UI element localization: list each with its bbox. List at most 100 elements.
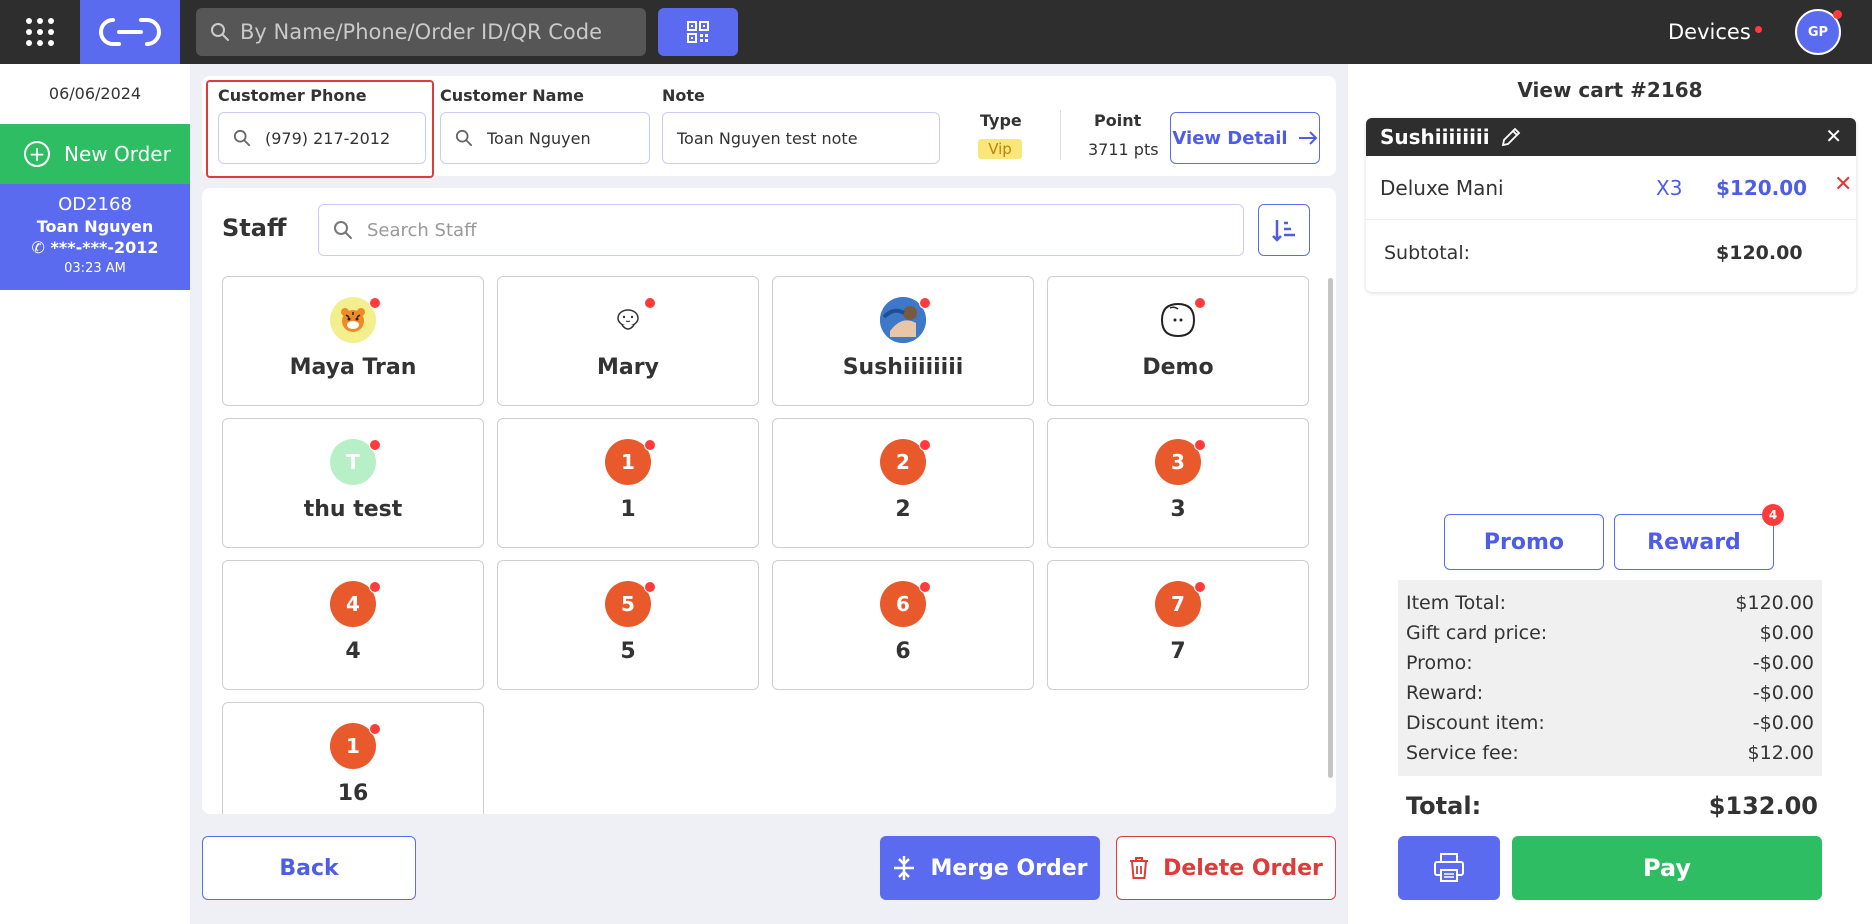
staff-title: Staff (222, 214, 287, 242)
staff-card[interactable]: 3 3 (1047, 418, 1309, 548)
customer-name-field[interactable]: Toan Nguyen (440, 112, 650, 164)
summary-row: Promo: -$0.00 (1406, 648, 1814, 678)
staff-card[interactable]: Maya Tran (222, 276, 484, 406)
staff-card[interactable]: 4 4 (222, 560, 484, 690)
merge-order-button[interactable]: Merge Order (880, 836, 1100, 900)
view-detail-label: View Detail (1172, 127, 1288, 149)
staff-card[interactable]: Mary (497, 276, 759, 406)
reward-button[interactable]: Reward (1614, 514, 1774, 570)
status-dot (1194, 439, 1206, 451)
staff-card[interactable]: 1 1 (497, 418, 759, 548)
summary-row: Discount item: -$0.00 (1406, 708, 1814, 738)
devices-status-dot (1755, 26, 1762, 33)
status-dot (369, 581, 381, 593)
cart-title: View cart #2168 (1517, 78, 1703, 102)
summary-value: -$0.00 (1752, 682, 1814, 704)
global-search[interactable] (196, 8, 646, 56)
summary-label: Reward: (1406, 682, 1484, 704)
note-field[interactable]: Toan Nguyen test note (662, 112, 940, 164)
logo-icon (99, 18, 161, 46)
summary-label: Promo: (1406, 652, 1473, 674)
type-badge: Vip (978, 139, 1022, 159)
staff-panel: Staff Search Staff Maya Tran Mary Sushii… (202, 188, 1336, 814)
status-dot (644, 581, 656, 593)
summary-value: $12.00 (1747, 742, 1814, 764)
qr-scan-button[interactable] (658, 8, 738, 56)
cart-staff-group: Sushiiiiiiii ✕ Deluxe Mani X3 $120.00 ✕ … (1366, 118, 1856, 292)
summary-row: Item Total: $120.00 (1406, 588, 1814, 618)
promo-button[interactable]: Promo (1444, 514, 1604, 570)
type-label: Type (980, 111, 1022, 130)
status-dot (644, 297, 656, 309)
staff-card[interactable]: 1 16 (222, 702, 484, 814)
orders-sidebar: 06/06/2024 + New Order OD2168 Toan Nguye… (0, 64, 190, 924)
close-icon[interactable]: ✕ (1825, 124, 1842, 148)
order-id: OD2168 (58, 194, 132, 215)
staff-name: 2 (895, 497, 911, 522)
status-dot (644, 439, 656, 451)
sort-button[interactable] (1258, 204, 1310, 256)
staff-name: 4 (345, 639, 361, 664)
cart-panel: View cart #2168 Sushiiiiiiii ✕ Deluxe Ma… (1348, 64, 1872, 924)
staff-card[interactable]: Demo (1047, 276, 1309, 406)
status-dot (1194, 581, 1206, 593)
staff-name: 1 (620, 497, 636, 522)
edit-pencil-icon[interactable] (1500, 126, 1522, 148)
cart-item-qty: X3 (1656, 176, 1683, 200)
cart-item-price: $120.00 (1716, 176, 1808, 200)
order-card[interactable]: OD2168 Toan Nguyen ✆ ***-***-2012 03:23 … (0, 184, 190, 290)
summary-label: Service fee: (1406, 742, 1519, 764)
summary-row: Gift card price: $0.00 (1406, 618, 1814, 648)
staff-search[interactable] (318, 204, 1244, 256)
staff-search-input[interactable] (367, 219, 1227, 241)
current-date: 06/06/2024 (48, 84, 142, 103)
staff-grid: Maya Tran Mary Sushiiiiiiii Demo T thu t… (222, 276, 1312, 814)
focus-highlight (206, 80, 434, 178)
apps-menu-button[interactable] (0, 0, 80, 64)
staff-card[interactable]: 7 7 (1047, 560, 1309, 690)
search-icon (455, 129, 473, 147)
status-dot (919, 581, 931, 593)
staff-card[interactable]: Sushiiiiiiii (772, 276, 1034, 406)
status-dot (369, 723, 381, 735)
order-customer-name: Toan Nguyen (36, 217, 154, 236)
top-bar: Devices GP (0, 0, 1872, 64)
logo[interactable] (80, 0, 180, 64)
order-phone: ✆ ***-***-2012 (0, 238, 190, 257)
new-order-button[interactable]: + New Order (0, 124, 190, 184)
cart-item[interactable]: Deluxe Mani X3 $120.00 ✕ (1366, 156, 1856, 220)
summary-value: -$0.00 (1752, 712, 1814, 734)
summary-label: Item Total: (1406, 592, 1507, 614)
customer-name-value: Toan Nguyen (487, 128, 591, 148)
delete-order-button[interactable]: Delete Order (1116, 836, 1336, 900)
printer-icon (1434, 853, 1464, 882)
staff-scrollbar[interactable] (1328, 278, 1333, 778)
pay-button[interactable]: Pay (1512, 836, 1822, 900)
cart-staff-header: Sushiiiiiiii ✕ (1366, 118, 1856, 156)
print-button[interactable] (1398, 836, 1500, 900)
staff-card[interactable]: 2 2 (772, 418, 1034, 548)
global-search-input[interactable] (240, 20, 620, 44)
search-icon (211, 23, 229, 41)
staff-name: 5 (620, 639, 636, 664)
cart-staff-name: Sushiiiiiiii (1380, 125, 1490, 149)
order-summary: Item Total: $120.00 Gift card price: $0.… (1398, 580, 1822, 776)
merge-order-label: Merge Order (930, 855, 1088, 881)
phone-icon: ✆ (31, 238, 45, 257)
remove-item-icon[interactable]: ✕ (1834, 172, 1852, 197)
divider (1060, 110, 1061, 160)
staff-card[interactable]: 6 6 (772, 560, 1034, 690)
devices-link[interactable]: Devices (1668, 20, 1751, 44)
reward-count-badge: 4 (1762, 504, 1784, 526)
staff-name: Demo (1142, 355, 1214, 380)
staff-card[interactable]: 5 5 (497, 560, 759, 690)
customer-name-label: Customer Name (440, 86, 584, 105)
status-dot (369, 439, 381, 451)
staff-card[interactable]: T thu test (222, 418, 484, 548)
summary-label: Discount item: (1406, 712, 1545, 734)
staff-name: thu test (303, 497, 403, 522)
staff-name: 7 (1170, 639, 1186, 664)
new-order-label: New Order (64, 142, 171, 166)
back-button[interactable]: Back (202, 836, 416, 900)
view-detail-button[interactable]: View Detail (1170, 112, 1320, 164)
